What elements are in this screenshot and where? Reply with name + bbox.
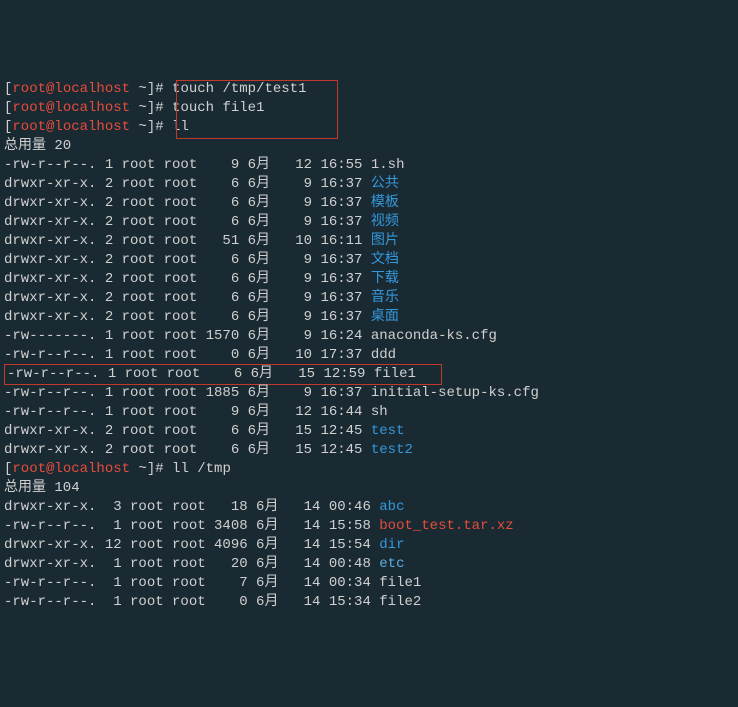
file-name: 桌面 <box>371 309 399 325</box>
file-row: drwxr-xr-x. 2 root root 6 6月 9 16:37 音乐 <box>4 289 734 308</box>
file-name: ddd <box>371 347 396 363</box>
highlight-box-file1: -rw-r--r--. 1 root root 6 6月 15 12:59 fi… <box>4 364 442 385</box>
file-name: 公共 <box>371 176 399 192</box>
file-name: file1 <box>379 575 421 591</box>
command-text: touch /tmp/test1 <box>172 81 306 97</box>
command-text: ll <box>172 119 189 135</box>
file-row: -rw-------. 1 root root 1570 6月 9 16:24 … <box>4 327 734 346</box>
total-line: 总用量 20 <box>4 137 734 156</box>
file-row: -rw-r--r--. 1 root root 0 6月 14 15:34 fi… <box>4 593 734 612</box>
command-text: ll /tmp <box>172 461 231 477</box>
file-row: drwxr-xr-x. 2 root root 6 6月 9 16:37 视频 <box>4 213 734 232</box>
file-row: drwxr-xr-x. 2 root root 6 6月 9 16:37 公共 <box>4 175 734 194</box>
file-name: test2 <box>371 442 413 458</box>
file-row: -rw-r--r--. 1 root root 1885 6月 9 16:37 … <box>4 384 734 403</box>
file-name: test <box>371 423 405 439</box>
file-row: drwxr-xr-x. 2 root root 6 6月 9 16:37 桌面 <box>4 308 734 327</box>
file-name: sh <box>371 404 388 420</box>
file-name: file1 <box>374 366 416 382</box>
file-name: initial-setup-ks.cfg <box>371 385 539 401</box>
file-name: file2 <box>379 594 421 610</box>
file-name: boot_test.tar.xz <box>379 518 513 534</box>
prompt-line: [root@localhost ~]# touch /tmp/test1 <box>4 80 734 99</box>
file-row: drwxr-xr-x. 1 root root 20 6月 14 00:48 e… <box>4 555 734 574</box>
file-row: drwxr-xr-x. 2 root root 6 6月 15 12:45 te… <box>4 422 734 441</box>
file-row: -rw-r--r--. 1 root root 9 6月 12 16:55 1.… <box>4 156 734 175</box>
command-text: touch file1 <box>172 100 264 116</box>
prompt-line: [root@localhost ~]# ll /tmp <box>4 460 734 479</box>
file-name: etc <box>379 556 404 572</box>
file-name: 文档 <box>371 252 399 268</box>
file-name: 下载 <box>371 271 399 287</box>
prompt-line: [root@localhost ~]# ll <box>4 118 734 137</box>
terminal-output[interactable]: [root@localhost ~]# touch /tmp/test1[roo… <box>4 80 734 612</box>
file-row: drwxr-xr-x. 2 root root 51 6月 10 16:11 图… <box>4 232 734 251</box>
prompt-line: [root@localhost ~]# touch file1 <box>4 99 734 118</box>
file-row: drwxr-xr-x. 2 root root 6 6月 9 16:37 模板 <box>4 194 734 213</box>
file-row: -rw-r--r--. 1 root root 3408 6月 14 15:58… <box>4 517 734 536</box>
file-row: drwxr-xr-x. 2 root root 6 6月 9 16:37 文档 <box>4 251 734 270</box>
file-row: -rw-r--r--. 1 root root 0 6月 10 17:37 dd… <box>4 346 734 365</box>
file-name: 音乐 <box>371 290 399 306</box>
file-name: anaconda-ks.cfg <box>371 328 497 344</box>
file-row: drwxr-xr-x. 12 root root 4096 6月 14 15:5… <box>4 536 734 555</box>
file-name: 模板 <box>371 195 399 211</box>
file-row: -rw-r--r--. 1 root root 9 6月 12 16:44 sh <box>4 403 734 422</box>
file-name: 图片 <box>371 233 399 249</box>
file-name: abc <box>379 499 404 515</box>
total-line: 总用量 104 <box>4 479 734 498</box>
file-name: dir <box>379 537 404 553</box>
file-row: -rw-r--r--. 1 root root 7 6月 14 00:34 fi… <box>4 574 734 593</box>
file-name: 1.sh <box>371 157 405 173</box>
file-name: 视频 <box>371 214 399 230</box>
file-row: drwxr-xr-x. 2 root root 6 6月 15 12:45 te… <box>4 441 734 460</box>
file-row: drwxr-xr-x. 2 root root 6 6月 9 16:37 下载 <box>4 270 734 289</box>
